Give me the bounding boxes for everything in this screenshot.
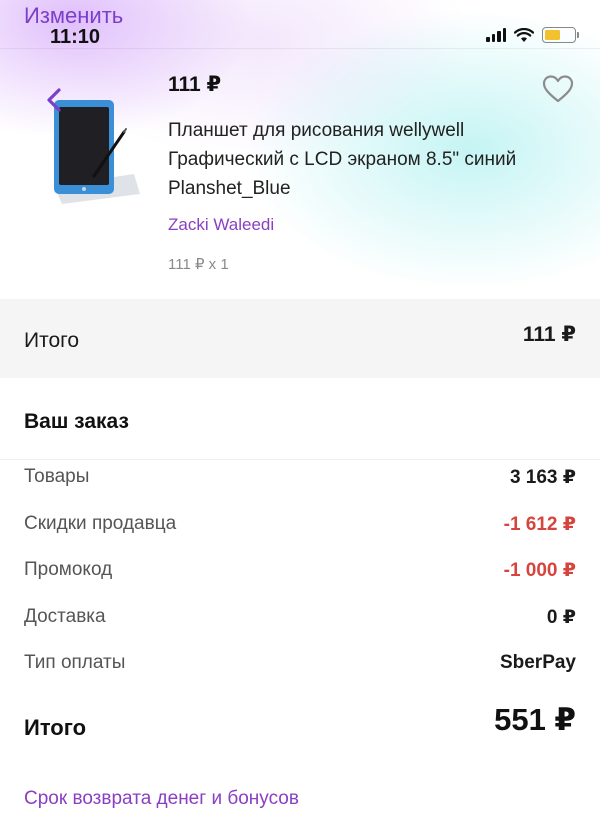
refund-terms-link[interactable]: Срок возврата денег и бонусов (24, 788, 299, 810)
heart-icon[interactable] (542, 74, 574, 104)
summary-row-label: Доставка (24, 605, 106, 627)
summary-row-payment-type: Тип оплаты SberPay (0, 646, 600, 693)
battery-icon (542, 27, 579, 43)
chevron-left-icon (47, 88, 61, 112)
total-label: Итого (24, 715, 87, 740)
summary-row-value: 3 163 ₽ (509, 467, 576, 488)
summary-row-value: 0 ₽ (546, 606, 576, 628)
summary-row-label: Промокод (24, 559, 113, 580)
cellular-signal-icon (486, 28, 506, 42)
order-summary-list: Товары 3 163 ₽ Скидки продавца -1 612 ₽ … (0, 460, 600, 693)
subtotal-band: Итого 111 ₽ (0, 299, 600, 378)
summary-row-goods: Товары 3 163 ₽ (0, 460, 600, 507)
subtotal-value: 111 ₽ (522, 323, 576, 346)
summary-row-label: Тип оплаты (24, 652, 126, 673)
price-quantity: 111 ₽ x 1 (168, 256, 229, 273)
product-price: 111 ₽ (168, 73, 222, 96)
summary-row-delivery: Доставка 0 ₽ (0, 600, 600, 647)
summary-row-value: -1 000 ₽ (503, 560, 576, 581)
order-summary-title: Ваш заказ (24, 410, 129, 433)
summary-row-value: SberPay (499, 652, 576, 673)
summary-row-seller-discount: Скидки продавца -1 612 ₽ (0, 507, 600, 554)
total-value: 551 ₽ (494, 702, 576, 737)
wifi-icon (514, 27, 534, 42)
seller-link[interactable]: Zacki Waleedi (168, 215, 274, 235)
product-title[interactable]: Планшет для рисования wellywell Графичес… (168, 116, 548, 203)
subtotal-label: Итого (24, 329, 80, 352)
status-icons (486, 27, 579, 43)
summary-row-value: -1 612 ₽ (503, 513, 576, 535)
summary-row-label: Скидки продавца (24, 512, 177, 534)
summary-row-label: Товары (24, 466, 90, 487)
back-button[interactable] (36, 82, 72, 118)
status-time: 11:10 (50, 26, 101, 48)
summary-row-promo-code: Промокод -1 000 ₽ (0, 553, 600, 600)
